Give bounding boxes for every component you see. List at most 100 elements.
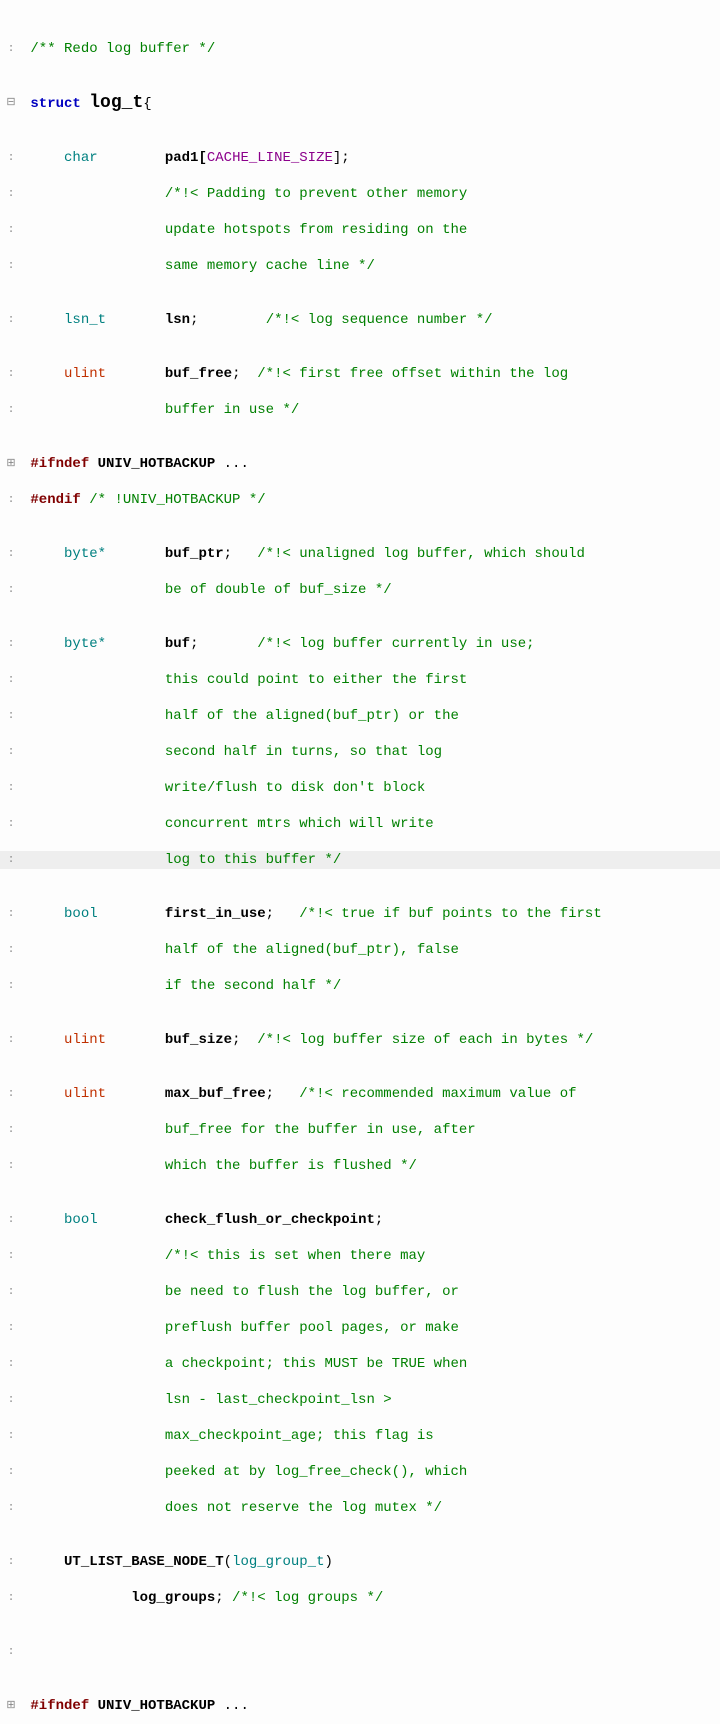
type-lsn-t: lsn_t <box>64 312 106 328</box>
code-line: lsn - last_checkpoint_lsn > <box>22 1391 720 1409</box>
comment: /*!< Padding to prevent other memory <box>165 186 467 202</box>
member-buf: buf <box>165 636 190 652</box>
comment: half of the aligned(buf_ptr), false <box>165 942 459 958</box>
comment: log to this buffer */ <box>165 852 341 868</box>
code-line: half of the aligned(buf_ptr) or the <box>22 707 720 725</box>
comment: preflush buffer pool pages, or make <box>165 1320 459 1336</box>
type-bool: bool <box>64 1212 98 1228</box>
comment: /*!< unaligned log buffer, which should <box>257 546 585 562</box>
comment: /*!< recommended maximum value of <box>299 1086 576 1102</box>
comment: buf_free for the buffer in use, after <box>165 1122 476 1138</box>
folded-dots: ... <box>224 456 249 472</box>
code-line: write/flush to disk don't block <box>22 779 720 797</box>
code-line: #endif /* !UNIV_HOTBACKUP */ <box>22 491 720 509</box>
code-line: second half in turns, so that log <box>22 743 720 761</box>
macro-univ-hotbackup: UNIV_HOTBACKUP <box>98 1698 216 1714</box>
comment: a checkpoint; this MUST be TRUE when <box>165 1356 467 1372</box>
type-char: char <box>64 150 98 166</box>
type-ulint: ulint <box>64 1086 106 1102</box>
member-max-buf-free: max_buf_free <box>165 1086 266 1102</box>
comment: which the buffer is flushed */ <box>165 1158 417 1174</box>
code-line: half of the aligned(buf_ptr), false <box>22 941 720 959</box>
keyword-struct: struct <box>30 96 80 112</box>
comment: /*!< first free offset within the log <box>257 366 568 382</box>
comment: /*!< log buffer size of each in bytes */ <box>257 1032 593 1048</box>
code-line: #ifndef UNIV_HOTBACKUP ... <box>22 455 720 473</box>
preproc-ifndef: #ifndef <box>30 1698 89 1714</box>
comment: /* !UNIV_HOTBACKUP */ <box>89 492 265 508</box>
comment: half of the aligned(buf_ptr) or the <box>165 708 459 724</box>
code-line: does not reserve the log mutex */ <box>22 1499 720 1517</box>
code-line: a checkpoint; this MUST be TRUE when <box>22 1355 720 1373</box>
comment: /*!< log buffer currently in use; <box>257 636 534 652</box>
code-line: bool check_flush_or_checkpoint; <box>22 1211 720 1229</box>
comment: does not reserve the log mutex */ <box>165 1500 442 1516</box>
code-line: /*!< this is set when there may <box>22 1247 720 1265</box>
code-line: struct log_t{ <box>22 94 720 113</box>
code-line: buffer in use */ <box>22 401 720 419</box>
highlighted-line: : log to this buffer */ <box>0 851 720 869</box>
const-cache-line-size: CACHE_LINE_SIZE <box>207 150 333 166</box>
comment: be need to flush the log buffer, or <box>165 1284 459 1300</box>
member-first-in-use: first_in_use <box>165 906 266 922</box>
brace-open: { <box>143 96 151 112</box>
code-line: log_groups; /*!< log groups */ <box>22 1589 720 1607</box>
code-line: /** Redo log buffer */ <box>22 40 720 58</box>
macro-univ-hotbackup: UNIV_HOTBACKUP <box>98 456 216 472</box>
type-ulint: ulint <box>64 366 106 382</box>
code-editor: : /** Redo log buffer */ ⊟ struct log_t{… <box>0 0 720 1724</box>
member-check-flush-or-checkpoint: check_flush_or_checkpoint <box>165 1212 375 1228</box>
code-line: if the second half */ <box>22 977 720 995</box>
blank-line <box>22 1643 720 1661</box>
type-byte-ptr: byte* <box>64 636 106 652</box>
code-line: buf_free for the buffer in use, after <box>22 1121 720 1139</box>
comment: /*!< true if buf points to the first <box>299 906 601 922</box>
code-line: ulint buf_size; /*!< log buffer size of … <box>22 1031 720 1049</box>
comment: /*!< log groups */ <box>232 1590 383 1606</box>
fold-toggle-icon[interactable]: ⊟ <box>6 97 15 109</box>
code-line: log to this buffer */ <box>22 851 720 869</box>
preproc-ifndef: #ifndef <box>30 456 89 472</box>
code-line: byte* buf_ptr; /*!< unaligned log buffer… <box>22 545 720 563</box>
type-byte-ptr: byte* <box>64 546 106 562</box>
fold-toggle-icon[interactable]: ⊞ <box>6 458 15 470</box>
folded-dots: ... <box>224 1698 249 1714</box>
code-line: max_checkpoint_age; this flag is <box>22 1427 720 1445</box>
comment: be of double of buf_size */ <box>165 582 392 598</box>
macro-ut-list-base-node-t: UT_LIST_BASE_NODE_T <box>64 1554 224 1570</box>
comment: concurrent mtrs which will write <box>165 816 434 832</box>
type-bool: bool <box>64 906 98 922</box>
gutter: : <box>0 40 22 58</box>
comment: buffer in use */ <box>165 402 299 418</box>
code-line: peeked at by log_free_check(), which <box>22 1463 720 1481</box>
code-line: update hotspots from residing on the <box>22 221 720 239</box>
comment: /*!< this is set when there may <box>165 1248 425 1264</box>
code-line: ulint buf_free; /*!< first free offset w… <box>22 365 720 383</box>
struct-name: log_t <box>89 93 143 113</box>
code-line: preflush buffer pool pages, or make <box>22 1319 720 1337</box>
code-line: which the buffer is flushed */ <box>22 1157 720 1175</box>
code-line: byte* buf; /*!< log buffer currently in … <box>22 635 720 653</box>
code-line: UT_LIST_BASE_NODE_T(log_group_t) <box>22 1553 720 1571</box>
code-line: be need to flush the log buffer, or <box>22 1283 720 1301</box>
type-log-group-t: log_group_t <box>232 1554 324 1570</box>
code-line: bool first_in_use; /*!< true if buf poin… <box>22 905 720 923</box>
code-line: #ifndef UNIV_HOTBACKUP ... <box>22 1697 720 1715</box>
comment: max_checkpoint_age; this flag is <box>165 1428 434 1444</box>
member-buf-ptr: buf_ptr <box>165 546 224 562</box>
code-line: /*!< Padding to prevent other memory <box>22 185 720 203</box>
comment: lsn - last_checkpoint_lsn > <box>165 1392 392 1408</box>
comment: if the second half */ <box>165 978 341 994</box>
fold-toggle-icon[interactable]: ⊞ <box>6 1700 15 1712</box>
code-line: same memory cache line */ <box>22 257 720 275</box>
code-line: be of double of buf_size */ <box>22 581 720 599</box>
member-pad1: pad1[ <box>165 150 207 166</box>
preproc-endif: #endif <box>30 492 80 508</box>
comment: same memory cache line */ <box>165 258 375 274</box>
comment: /** Redo log buffer */ <box>30 41 215 57</box>
type-ulint: ulint <box>64 1032 106 1048</box>
comment: /*!< log sequence number */ <box>266 312 493 328</box>
comment: peeked at by log_free_check(), which <box>165 1464 467 1480</box>
code-line: char pad1[CACHE_LINE_SIZE]; <box>22 149 720 167</box>
member-buf-size: buf_size <box>165 1032 232 1048</box>
